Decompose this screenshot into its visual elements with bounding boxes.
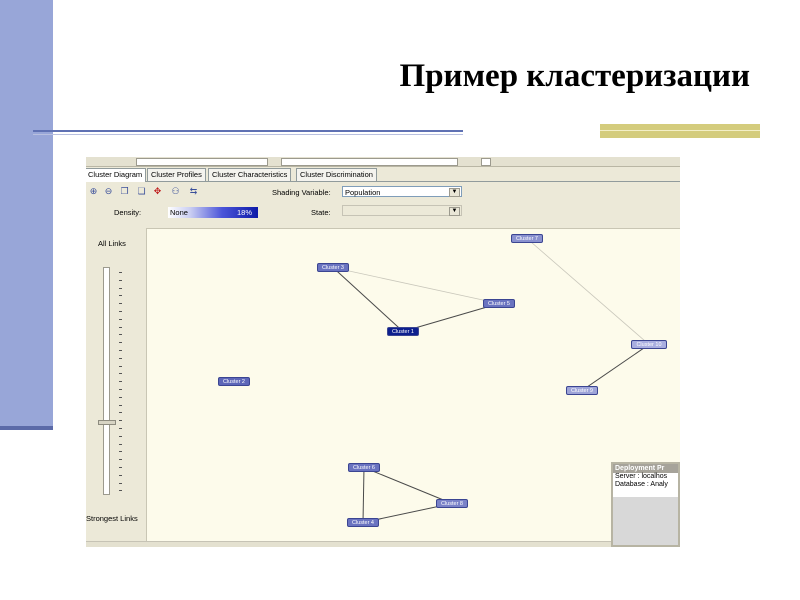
slider-tick (119, 357, 122, 359)
density-min-label: None (170, 208, 188, 217)
shading-variable-label: Shading Variable: (272, 188, 331, 197)
slide-left-band (0, 0, 53, 428)
cluster-node-7[interactable]: Cluster 7 (511, 234, 543, 243)
strongest-links-label: Strongest Links (86, 514, 138, 523)
state-select[interactable]: ▼ (342, 205, 462, 216)
slider-tick (119, 303, 122, 305)
deployment-server: Server : localhos (615, 473, 668, 480)
link-c3-c5 (332, 267, 500, 304)
all-links-label: All Links (98, 239, 126, 248)
slider-tick (119, 311, 122, 312)
cluster-diagram-canvas[interactable]: Cluster 1 Cluster 2 Cluster 3 Cluster 4 … (146, 228, 680, 547)
cluster-node-1[interactable]: Cluster 1 (387, 327, 419, 336)
slider-tick (119, 326, 122, 328)
mining-model-select[interactable] (136, 158, 268, 166)
tab-cluster-diagram[interactable]: Cluster Diagram (86, 168, 147, 182)
cluster-viewer-screenshot: Cluster Diagram Cluster Profiles Cluster… (86, 157, 680, 547)
slider-tick (119, 381, 122, 383)
slider-tick (119, 435, 122, 437)
cluster-node-8[interactable]: Cluster 8 (436, 499, 468, 508)
zoom-out-icon[interactable]: ⊖ (103, 186, 114, 197)
tab-divider (86, 181, 680, 182)
deployment-panel-body (613, 497, 678, 545)
slider-tick (119, 474, 122, 476)
slider-tick (119, 451, 122, 453)
slider-tick (119, 295, 122, 297)
slider-tick (119, 272, 122, 273)
slide-left-band-shadow (0, 426, 53, 430)
slider-tick (119, 482, 122, 484)
copy-graph-icon[interactable]: ❏ (136, 186, 147, 197)
slider-thumb[interactable] (98, 420, 116, 426)
slider-tick (119, 279, 122, 281)
chevron-down-icon: ▼ (449, 188, 460, 197)
deployment-database: Database : Analy (615, 481, 668, 488)
slider-tick (119, 443, 122, 445)
slider-tick (119, 428, 122, 429)
copy-icon[interactable]: ❐ (119, 186, 130, 197)
title-rule-blue (33, 130, 463, 132)
link-strength-slider[interactable] (103, 267, 110, 495)
fit-icon[interactable]: ✥ (152, 186, 163, 197)
slider-tick (119, 287, 122, 289)
slider-tick (119, 342, 122, 344)
deployment-properties-panel: Deployment Pr Server : localhos Database… (611, 462, 680, 547)
state-label: State: (311, 208, 331, 217)
viewer-select[interactable] (281, 158, 458, 166)
slider-tick (119, 490, 122, 492)
slider-tick (119, 334, 122, 336)
link-c3-c1 (332, 267, 404, 332)
slider-tick (119, 396, 122, 398)
cluster-node-10[interactable]: Cluster 10 (631, 340, 667, 349)
slider-tick (119, 420, 122, 422)
shading-variable-value: Population (345, 188, 381, 197)
cluster-node-9[interactable]: Cluster 9 (566, 386, 598, 395)
tab-cluster-profiles[interactable]: Cluster Profiles (147, 168, 206, 181)
slider-tick (119, 318, 122, 320)
deployment-panel-title: Deployment Pr (613, 464, 678, 473)
legend-icon[interactable]: ⇆ (188, 186, 199, 197)
cluster-links (332, 238, 650, 523)
zoom-in-icon[interactable]: ⊕ (88, 186, 99, 197)
tab-cluster-discrimination[interactable]: Cluster Discrimination (296, 168, 377, 181)
refresh-icon[interactable] (481, 158, 491, 166)
slider-tick (119, 459, 122, 461)
title-rule-gold-highlight (600, 130, 760, 131)
title-rule-blue-thin (33, 134, 463, 135)
slide-title: Пример кластеризации (399, 58, 750, 94)
slider-tick (119, 404, 122, 406)
cluster-node-3[interactable]: Cluster 3 (317, 263, 349, 272)
slider-tick (119, 365, 122, 367)
cluster-node-6[interactable]: Cluster 6 (348, 463, 380, 472)
cluster-node-2[interactable]: Cluster 2 (218, 377, 250, 386)
layout-icon[interactable]: ⚇ (170, 186, 181, 197)
slider-tick (119, 389, 122, 390)
slider-tick (119, 350, 122, 351)
density-value: 18% (236, 208, 252, 217)
density-label: Density: (114, 208, 142, 217)
slider-tick (119, 412, 122, 414)
cluster-node-4[interactable]: Cluster 4 (347, 518, 379, 527)
top-toolbar-strip (86, 157, 680, 167)
density-legend-bar: None 18% (168, 207, 258, 218)
title-rule-gold (600, 124, 760, 138)
slider-tick (119, 373, 122, 375)
slider-tick (119, 467, 122, 468)
shading-variable-select[interactable]: Population ▼ (342, 186, 462, 197)
link-c6-c4 (362, 467, 365, 523)
horizontal-scrollbar[interactable] (86, 541, 611, 547)
chevron-down-icon: ▼ (449, 207, 460, 216)
cluster-node-5[interactable]: Cluster 5 (483, 299, 515, 308)
tab-cluster-characteristics[interactable]: Cluster Characteristics (208, 168, 292, 181)
link-c7-c10 (526, 238, 650, 345)
link-c10-c9 (581, 344, 650, 391)
